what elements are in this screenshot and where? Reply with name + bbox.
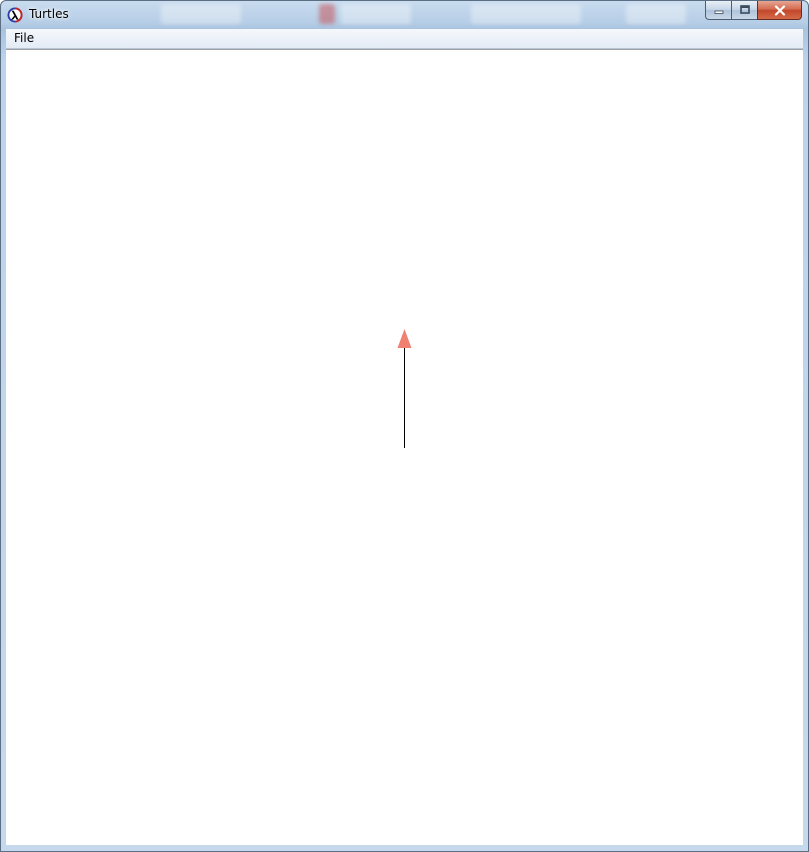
maximize-icon [739, 5, 750, 14]
close-button[interactable] [757, 1, 802, 20]
racket-lambda-icon [7, 7, 23, 23]
close-icon [774, 4, 785, 16]
menu-file[interactable]: File [9, 31, 39, 46]
maximize-button[interactable] [731, 1, 757, 20]
window-title: Turtles [29, 7, 69, 21]
turtle-canvas[interactable] [6, 49, 803, 845]
turtle-drawing [397, 329, 412, 448]
minimize-icon [714, 10, 723, 14]
app-window: Turtles File [0, 0, 809, 852]
turtle-icon [397, 329, 412, 348]
menu-bar: File [6, 29, 803, 49]
minimize-button[interactable] [705, 1, 731, 20]
title-bar[interactable]: Turtles [1, 1, 808, 29]
caption-buttons [705, 1, 802, 20]
